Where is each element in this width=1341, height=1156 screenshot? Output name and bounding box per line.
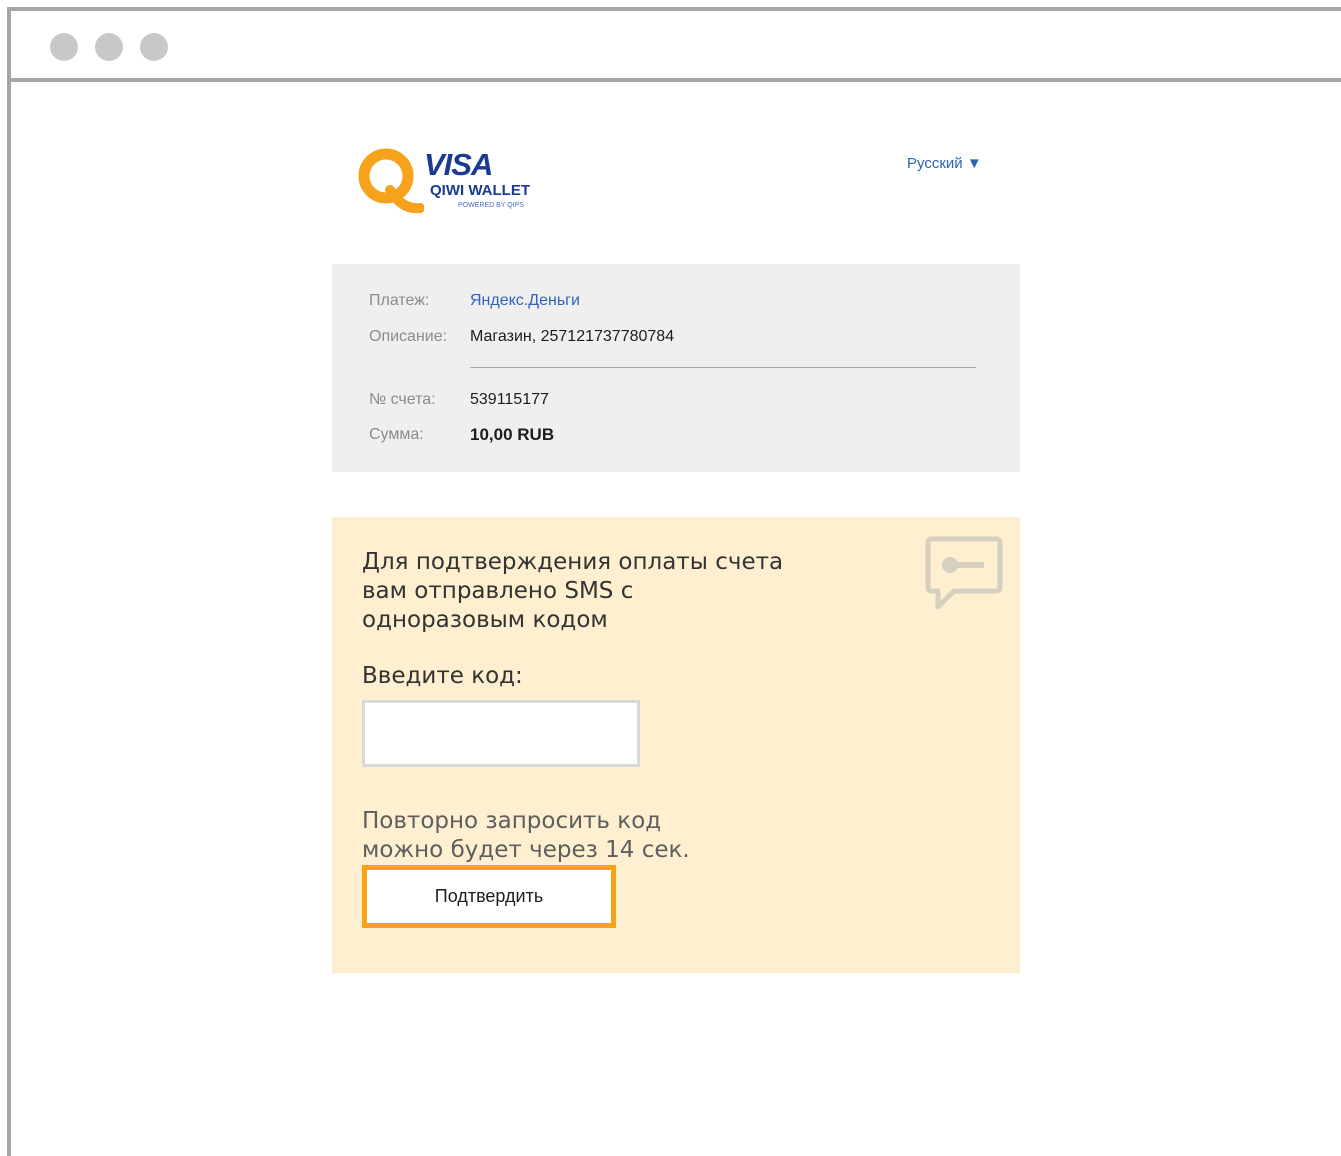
account-label: № счета: <box>369 391 436 408</box>
account-value: 539115177 <box>470 391 549 408</box>
window-title-bar <box>11 11 1341 82</box>
sms-confirmation-panel: Для подтверждения оплаты счета вам отпра… <box>332 517 1020 973</box>
window-maximize-dot[interactable] <box>140 33 168 61</box>
payment-info-panel: Платеж: Яндекс.Деньги Описание: Магазин,… <box>332 264 1020 472</box>
resend-timer-text: Повторно запросить код можно будет через… <box>362 807 812 865</box>
info-divider <box>470 367 976 368</box>
window-minimize-dot[interactable] <box>95 33 123 61</box>
payee-link[interactable]: Яндекс.Деньги <box>470 292 580 310</box>
visa-qiwi-wallet-logo: VISA QIWI WALLET POWERED BY QIPS <box>354 140 554 220</box>
sms-key-icon <box>925 536 1003 610</box>
payee-label: Платеж: <box>369 292 430 309</box>
description-label: Описание: <box>369 328 448 345</box>
code-label: Введите код: <box>362 663 523 689</box>
sms-message: Для подтверждения оплаты счета вам отпра… <box>362 548 812 635</box>
sms-message-line: одноразовым кодом <box>362 607 608 633</box>
resend-line: Повторно запросить код <box>362 808 662 834</box>
amount-label: Сумма: <box>369 426 424 443</box>
window-close-dot[interactable] <box>50 33 78 61</box>
sms-message-line: вам отправлено SMS с <box>362 578 634 604</box>
sms-message-line: Для подтверждения оплаты счета <box>362 549 784 575</box>
qiwi-logo-icon <box>358 148 424 214</box>
sms-code-input[interactable] <box>362 700 640 767</box>
resend-line: можно будет через 14 сек. <box>362 837 690 863</box>
logo-brand-text: VISA <box>424 147 493 182</box>
description-value: Магазин, 257121737780784 <box>470 328 675 345</box>
confirm-button[interactable]: Подтвердить <box>362 865 616 928</box>
language-selector[interactable]: Русский ▼ <box>907 155 982 172</box>
logo-tagline: POWERED BY QIPS <box>458 202 524 209</box>
logo-product-text: QIWI WALLET <box>430 182 530 199</box>
amount-value: 10,00 RUB <box>470 425 555 444</box>
